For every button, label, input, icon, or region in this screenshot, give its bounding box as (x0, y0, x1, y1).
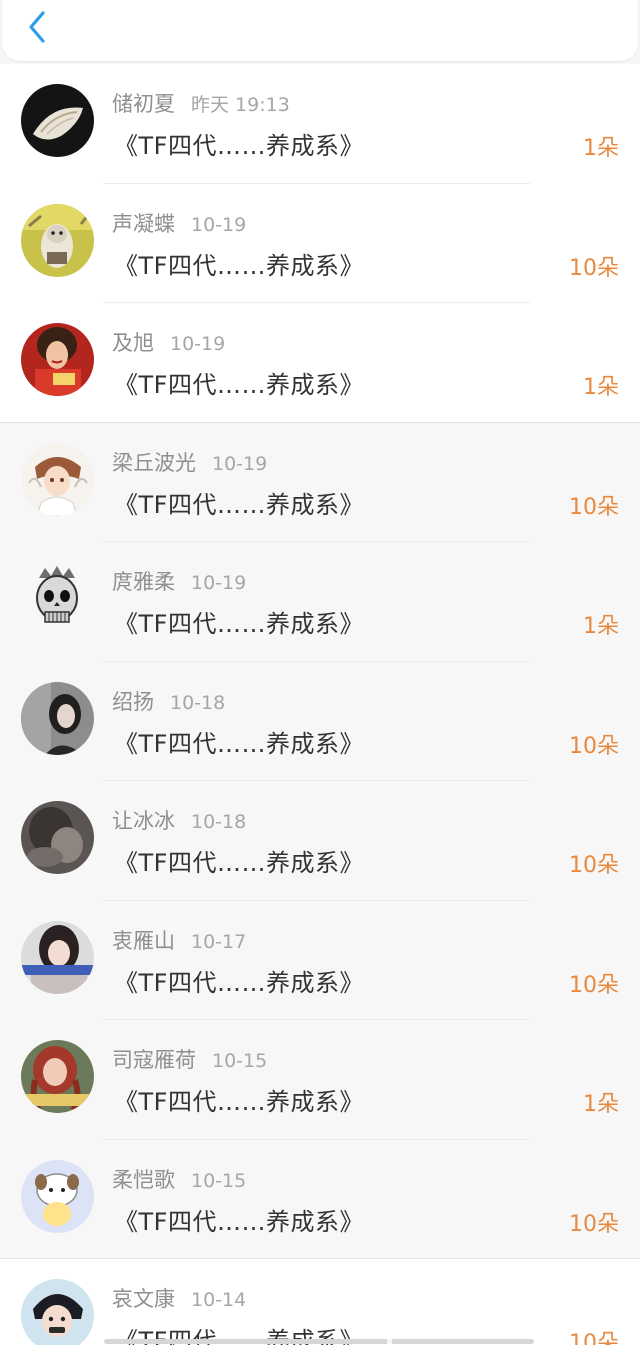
book-title: 《TF四代……养成系》 (114, 132, 364, 160)
red-hair-avatar[interactable] (21, 1040, 94, 1113)
cartoon-boy-avatar[interactable] (21, 1279, 94, 1345)
reward-date: 10-19 (191, 213, 247, 236)
user-name: 司寇雁荷 10-15 (112, 1048, 268, 1072)
list-item[interactable]: 让冰冰 10-18 《TF四代……养成系》 10朵 (0, 781, 640, 901)
shell-avatar[interactable] (21, 84, 94, 157)
user-name: 绍扬 10-18 (112, 689, 226, 714)
book-title: 《TF四代……养成系》 (114, 729, 364, 758)
reward-list: 储初夏 昨天 19:13 《TF四代……养成系》 1朵 声凝蝶 10-19 《T… (0, 64, 640, 1345)
list-item[interactable]: 绍扬 10-18 《TF四代……养成系》 10朵 (0, 661, 640, 781)
user-name: 梁丘波光 10-19 (112, 450, 268, 475)
user-name: 柔恺歌 10-15 (112, 1167, 247, 1192)
scroll-indicator[interactable] (104, 1339, 534, 1344)
book-title: 《TF四代……养成系》 (114, 968, 364, 997)
user-name: 及旭 10-19 (112, 331, 226, 355)
list-item[interactable]: 衷雁山 10-17 《TF四代……养成系》 10朵 (0, 900, 640, 1020)
user-name: 庹雅柔 10-19 (112, 570, 247, 594)
reward-date: 10-17 (191, 930, 247, 953)
list-item[interactable]: 柔恺歌 10-15 《TF四代……养成系》 10朵 (0, 1139, 640, 1259)
flower-count: 10朵 (569, 1211, 619, 1237)
flower-count: 1朵 (583, 136, 619, 161)
reward-date: 10-19 (191, 572, 247, 594)
user-name: 储初夏 昨天 19:13 (112, 92, 290, 116)
reward-date: 10-14 (191, 1289, 247, 1311)
dog-avatar[interactable] (21, 203, 94, 277)
book-title: 《TF四代……养成系》 (114, 1207, 364, 1236)
book-title: 《TF四代……养成系》 (114, 490, 364, 519)
list-item[interactable]: 及旭 10-19 《TF四代……养成系》 1朵 (0, 303, 640, 423)
user-name: 让冰冰 10-18 (112, 809, 247, 833)
flower-count: 10朵 (569, 733, 619, 759)
chevron-left-icon (29, 11, 45, 43)
back-button[interactable] (24, 10, 54, 44)
list-item[interactable]: 司寇雁荷 10-15 《TF四代……养成系》 1朵 (0, 1020, 640, 1140)
girl-banner-avatar[interactable] (21, 920, 94, 994)
flower-count: 10朵 (569, 853, 619, 878)
girl-dark-avatar[interactable] (21, 681, 94, 755)
top-bar (2, 0, 638, 61)
cartoon-dog-avatar[interactable] (21, 1159, 94, 1233)
flower-count: 10朵 (569, 972, 619, 998)
book-title: 《TF四代……养成系》 (114, 1088, 364, 1116)
user-name: 衷雁山 10-17 (112, 928, 247, 953)
list-item[interactable]: 声凝蝶 10-19 《TF四代……养成系》 10朵 (0, 183, 640, 303)
reward-date: 10-19 (170, 333, 226, 355)
list-item[interactable]: 哀文康 10-14 《TF四代……养成系》 10朵 (0, 1259, 640, 1345)
reward-date: 10-19 (212, 452, 268, 475)
list-item[interactable]: 梁丘波光 10-19 《TF四代……养成系》 10朵 (0, 422, 640, 542)
flower-count: 1朵 (583, 614, 619, 639)
book-title: 《TF四代……养成系》 (114, 610, 364, 638)
reward-date: 10-18 (170, 691, 226, 714)
flower-count: 1朵 (583, 1092, 619, 1117)
list-item[interactable]: 储初夏 昨天 19:13 《TF四代……养成系》 1朵 (0, 64, 640, 184)
reward-date: 10-15 (191, 1169, 247, 1192)
gray-photo-avatar[interactable] (21, 801, 94, 874)
flower-count: 10朵 (569, 494, 619, 520)
reward-date: 昨天 19:13 (191, 94, 290, 116)
woman-red-avatar[interactable] (21, 323, 94, 396)
scroll-indicator-gap (387, 1339, 392, 1344)
book-title: 《TF四代……养成系》 (114, 251, 364, 280)
user-name: 哀文康 10-14 (112, 1287, 247, 1311)
reward-date: 10-15 (212, 1050, 268, 1072)
flower-count: 10朵 (569, 1331, 619, 1345)
list-item[interactable]: 庹雅柔 10-19 《TF四代……养成系》 1朵 (0, 542, 640, 662)
book-title: 《TF四代……养成系》 (114, 371, 364, 399)
flower-count: 1朵 (583, 375, 619, 400)
book-title: 《TF四代……养成系》 (114, 849, 364, 877)
screen: 储初夏 昨天 19:13 《TF四代……养成系》 1朵 声凝蝶 10-19 《T… (0, 0, 640, 1345)
flower-count: 10朵 (569, 255, 619, 281)
reward-date: 10-18 (191, 811, 247, 833)
user-name: 声凝蝶 10-19 (112, 211, 247, 236)
anime-boy-avatar[interactable] (21, 442, 94, 516)
skull-avatar[interactable] (21, 562, 94, 635)
